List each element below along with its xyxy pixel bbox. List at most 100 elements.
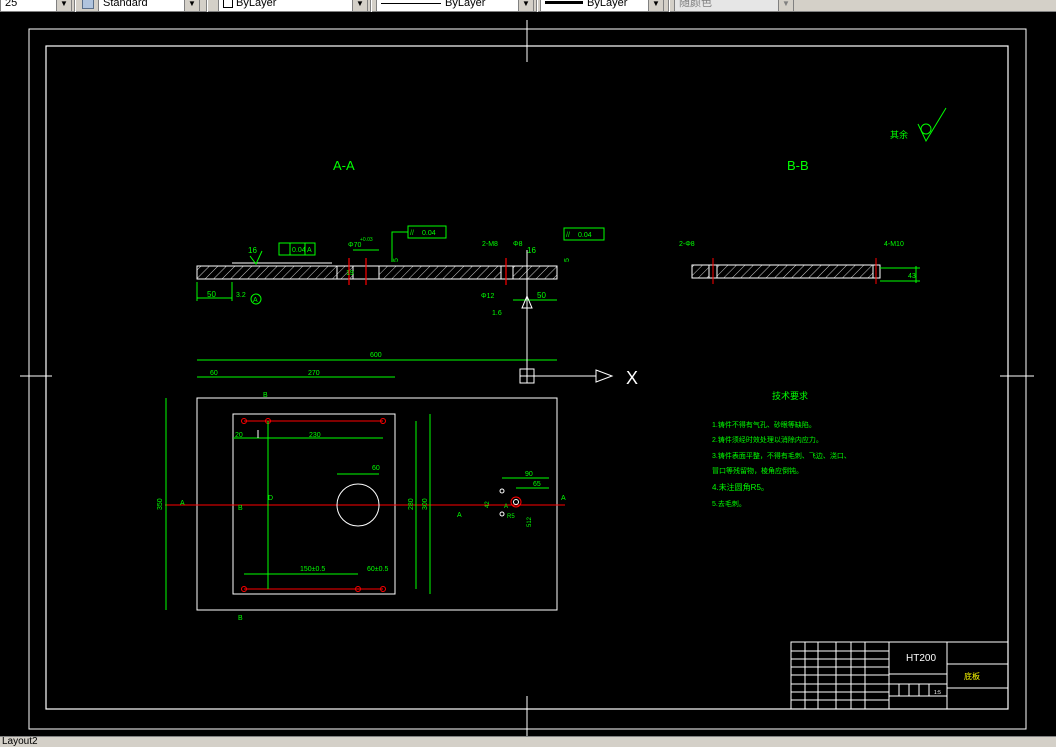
scale-combo-value: 25: [5, 0, 18, 9]
dim-plan-r5: R5: [507, 514, 515, 520]
properties-toolbar: 25 ▼ Standard ▼ ByLayer ▼ ByLayer ▼ ByLa…: [0, 0, 1056, 12]
dim-aa-16: 16: [248, 246, 257, 255]
section-aa-title: A-A: [333, 158, 355, 173]
dim-plan-90: 90: [525, 471, 533, 478]
ucs-icon: X: [519, 308, 638, 388]
dim-aa-parallel: 0.04: [422, 230, 436, 237]
plan-view: 600 60 270 B 20 230 60 350 280 300 A B D…: [157, 352, 566, 622]
dim-aa-2m8: 2-M8: [482, 241, 498, 248]
dim-aa-phi12: Φ12: [481, 293, 494, 300]
dim-aa-datum-circle-label: A: [253, 297, 258, 304]
scale-combo[interactable]: 25 ▼: [0, 0, 72, 12]
dim-aa-bore: Φ70: [348, 242, 361, 249]
chevron-down-icon[interactable]: ▼: [648, 0, 663, 11]
dim-aa-5-right: 5: [564, 258, 571, 262]
section-aa: 16 0.04 A Φ70 +0.03 5 // 0.04 2-M8 Φ8 16…: [196, 225, 605, 317]
color-swatch-icon: [223, 0, 233, 9]
dim-aa-right-parallel: 0.04: [578, 232, 592, 239]
dim-plan-600: 600: [370, 352, 382, 359]
dim-bb-thk: 43: [908, 273, 916, 280]
dim-aa-right-roughness: 1.6: [492, 310, 502, 317]
plan-outline: [196, 397, 558, 611]
drawing-canvas[interactable]: 其余 A-A B-B 16 0.04 A Φ70 +0.03 5 // 0.04…: [0, 12, 1056, 736]
text-style-icon[interactable]: [82, 0, 94, 9]
section-bb-body: [691, 264, 881, 279]
chevron-down-icon[interactable]: ▼: [352, 0, 367, 11]
dim-aa-datum: A: [307, 247, 312, 254]
plot-style-combo[interactable]: 随颜色 ▼: [674, 0, 794, 12]
dim-plan-d: D: [268, 495, 273, 502]
tech-requirements-list: 1.铸件不得有气孔、砂眼等缺陷。 2.铸件须经时效处理以消除内应力。 3.铸件表…: [712, 420, 851, 508]
plot-style-value: 随颜色: [679, 0, 712, 9]
dim-plan-20: 20: [235, 432, 243, 439]
linetype-combo[interactable]: ByLayer ▼: [376, 0, 534, 12]
dim-aa-19: 19: [346, 270, 354, 277]
dim-plan-42: 42: [485, 501, 491, 508]
dim-plan-b-bottom: B: [238, 615, 243, 622]
dim-plan-230: 230: [309, 432, 321, 439]
dim-aa-5: 5: [393, 258, 400, 262]
dim-plan-a-small: A: [504, 504, 508, 510]
color-combo-value: ByLayer: [223, 0, 276, 10]
tab-layout2[interactable]: Layout2: [2, 737, 38, 747]
section-bb-title: B-B: [787, 158, 809, 173]
dim-aa-right-16: 16: [527, 246, 536, 255]
dim-bb-left-note: 2-Φ8: [679, 241, 695, 248]
color-label: ByLayer: [236, 0, 277, 9]
section-aa-hole: [500, 265, 514, 280]
lineweight-value: ByLayer: [587, 0, 628, 9]
dim-plan-60-hole: 60: [372, 465, 380, 472]
chevron-down-icon[interactable]: ▼: [184, 0, 199, 11]
toolbar-separator: [74, 0, 76, 12]
dim-aa-phi8: Φ8: [513, 241, 523, 248]
roughness-symbol: [917, 107, 947, 143]
layout-tabbar: Layout2: [0, 736, 1056, 747]
dim-bb-right-note: 4-M10: [884, 241, 904, 248]
dim-aa-parallel-leader: [391, 231, 408, 262]
toolbar-separator: [668, 0, 670, 12]
roughness-note: 其余: [890, 129, 908, 140]
tech-item: 冒口等残留物，棱角应倒钝。: [712, 466, 803, 475]
plan-right-hole-inner: [513, 499, 519, 505]
lineweight-combo[interactable]: ByLayer ▼: [540, 0, 664, 12]
section-aa-left-body: [196, 265, 338, 280]
plan-small-hole: [499, 488, 505, 494]
dim-plan-b-mid: B: [238, 505, 243, 512]
linetype-sample: [381, 3, 441, 4]
toolbar-separator: [206, 0, 208, 12]
toolbar-separator: [370, 0, 372, 12]
dim-aa-50-right: 50: [537, 291, 546, 300]
dim-aa-right-parallel-symbol: //: [566, 232, 570, 239]
plan-small-hole: [499, 511, 505, 517]
dim-aa-parallel-symbol: //: [410, 230, 414, 237]
dim-plan-512: 512: [527, 516, 533, 527]
lineweight-sample: [545, 1, 583, 4]
color-combo[interactable]: ByLayer ▼: [218, 0, 368, 12]
linetype-value: ByLayer: [445, 0, 486, 9]
dim-aa-flat: 0.04: [292, 247, 306, 254]
dim-plan-a-right: A: [457, 512, 462, 519]
roughness-circle: [920, 123, 932, 135]
section-aa-right-body: [512, 265, 558, 280]
dim-plan-60-tol: 60±0.5: [367, 566, 388, 573]
chevron-down-icon[interactable]: ▼: [56, 0, 71, 11]
section-bb: 2-Φ8 4-M10 43: [679, 241, 920, 284]
dim-plan-350: 350: [157, 498, 164, 510]
tech-item: 2.铸件须经时效处理以消除内应力。: [712, 435, 823, 444]
chevron-down-icon[interactable]: ▼: [778, 0, 793, 11]
tech-item: 5.去毛刺。: [712, 499, 746, 508]
chevron-down-icon[interactable]: ▼: [518, 0, 533, 11]
title-block: HT200 底板 1:5: [790, 641, 1009, 710]
text-style-value: Standard: [103, 0, 148, 9]
title-block-part-name: 底板: [964, 671, 980, 681]
dim-aa-50-left: 50: [207, 290, 216, 299]
ucs-x-arrow: [595, 369, 614, 383]
dim-aa-bore-tol: +0.03: [360, 237, 373, 243]
section-aa-mid-body: [378, 265, 502, 280]
tech-item: 3.铸件表面平整，不得有毛刺、飞边、浇口、: [712, 451, 851, 460]
dim-plan-300: 300: [422, 498, 429, 510]
title-block-material: HT200: [906, 653, 936, 664]
ucs-x-label: X: [626, 368, 638, 388]
text-style-combo[interactable]: Standard ▼: [98, 0, 200, 12]
dim-aa-32: 3.2: [236, 292, 246, 299]
